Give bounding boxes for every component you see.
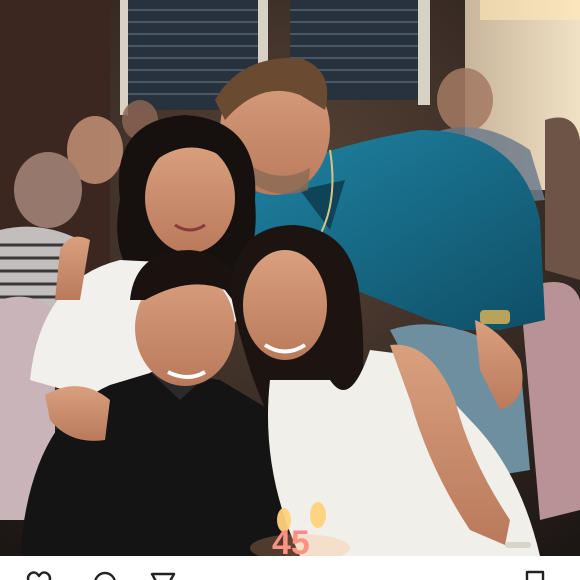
bookmark-outline-icon[interactable]	[522, 570, 548, 580]
post-photo[interactable]: 45	[0, 0, 580, 556]
heart-outline-icon[interactable]	[26, 570, 52, 580]
bracelet	[505, 542, 531, 548]
photo-illustration: 45	[0, 0, 580, 556]
post-action-bar	[0, 556, 580, 580]
speech-bubble-icon[interactable]	[92, 570, 118, 580]
paper-plane-icon[interactable]	[150, 570, 176, 580]
instagram-post: 45	[0, 0, 580, 580]
ceiling-light	[480, 0, 580, 20]
